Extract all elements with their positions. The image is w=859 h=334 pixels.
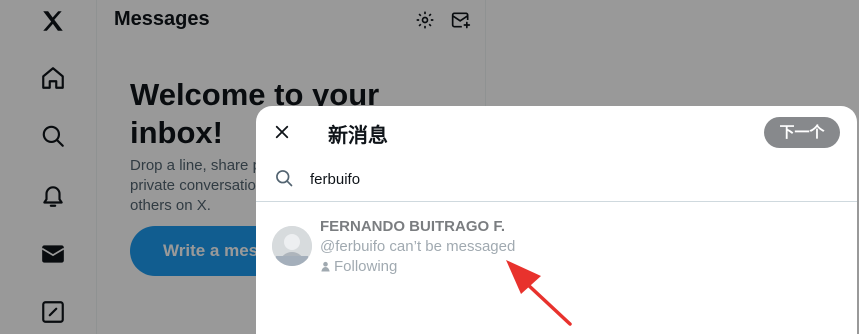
following-label: Following <box>334 258 398 275</box>
user-name: FERNANDO BUITRAGO F. <box>320 218 505 235</box>
dialog-title: 新消息 <box>328 125 388 147</box>
search-input[interactable] <box>310 166 810 192</box>
following-status: Following <box>320 258 397 275</box>
person-icon <box>321 261 330 272</box>
next-button[interactable]: 下一个 <box>764 117 840 148</box>
search-icon <box>274 168 294 188</box>
search-bar <box>256 164 857 202</box>
avatar <box>272 226 312 266</box>
user-handle-status: @ferbuifo can’t be messaged <box>320 238 516 255</box>
list-item[interactable]: FERNANDO BUITRAGO F. @ferbuifo can’t be … <box>256 214 857 284</box>
close-icon[interactable] <box>270 120 294 144</box>
new-message-dialog: 新消息 下一个 FERNANDO BUITRAGO F. @ferbuifo c… <box>256 106 857 334</box>
